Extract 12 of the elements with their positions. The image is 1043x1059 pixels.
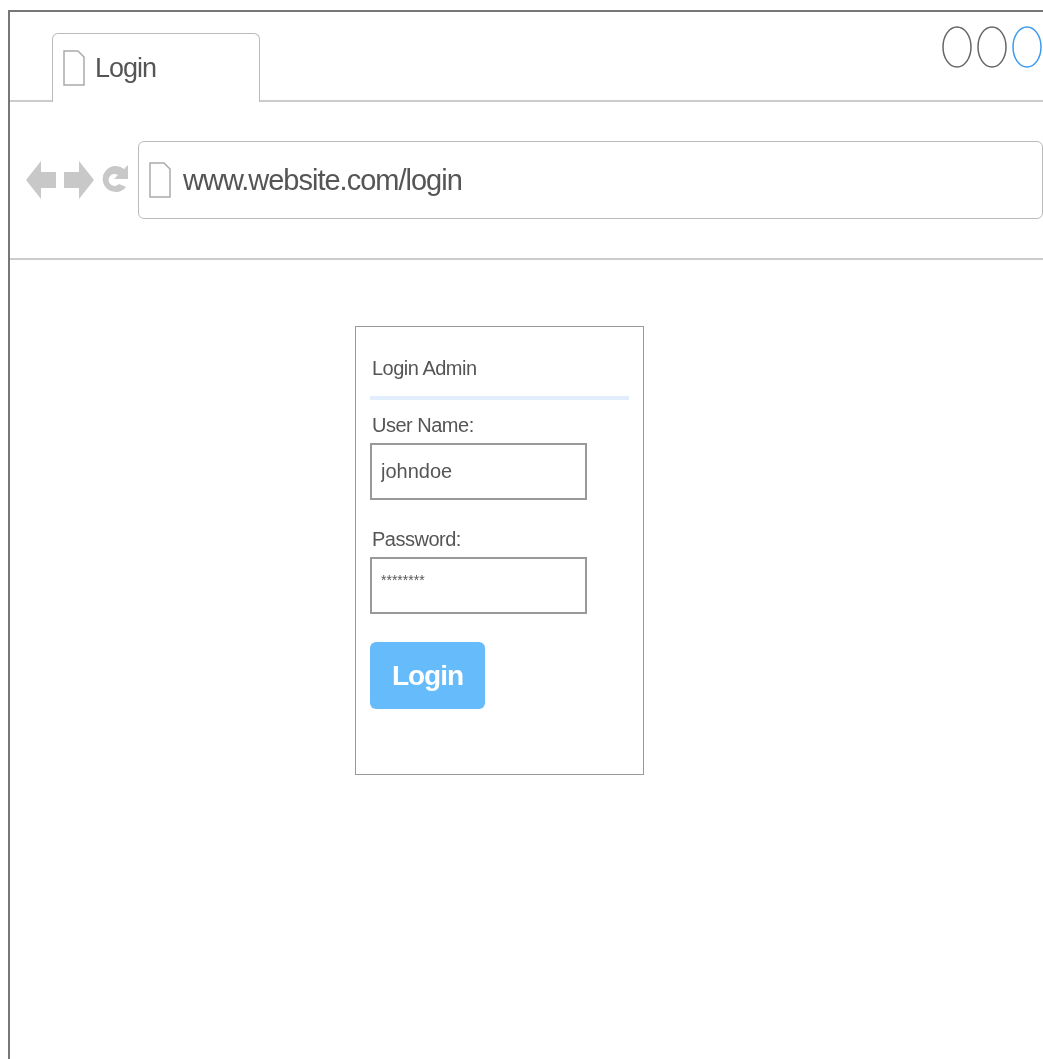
page-icon	[149, 162, 171, 198]
address-bar[interactable]: www.website.com/login	[138, 141, 1043, 219]
form-title: Login Admin	[371, 357, 478, 380]
field-label: User Name:	[371, 414, 475, 437]
window-control-icon[interactable]	[976, 25, 1008, 69]
username-field[interactable]: johndoe	[370, 443, 587, 500]
password-field[interactable]: ********	[370, 557, 587, 614]
window-control-icon[interactable]	[1011, 25, 1043, 69]
page-icon	[63, 50, 85, 86]
field-label: Password:	[371, 528, 462, 551]
browser-tab[interactable]: Login	[52, 33, 260, 102]
window-control-icon[interactable]	[941, 25, 973, 69]
